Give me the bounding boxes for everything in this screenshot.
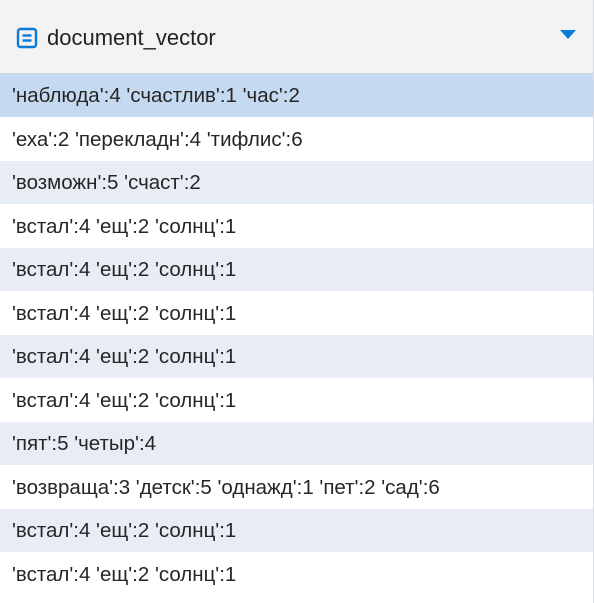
table-row[interactable]: 'встал':4 'ещ':2 'солнц':1 bbox=[0, 552, 593, 596]
table-row[interactable]: 'встал':4 'ещ':2 'солнц':1 bbox=[0, 204, 593, 248]
table-row[interactable]: 'встал':4 'ещ':2 'солнц':1 bbox=[0, 248, 593, 292]
column-header[interactable]: document_vector bbox=[0, 0, 593, 74]
table-row[interactable]: 'встал':4 'ещ':2 'солнц':1 bbox=[0, 335, 593, 379]
table-row[interactable]: 'наблюда':4 'счастлив':1 'час':2 bbox=[0, 74, 593, 118]
table-row[interactable]: 'встал':4 'ещ':2 'солнц':1 bbox=[0, 291, 593, 335]
table-row[interactable]: 'встал':4 'ещ':2 'солнц':1 bbox=[0, 378, 593, 422]
table-row[interactable]: 'еха':2 'перекладн':4 'тифлис':6 bbox=[0, 117, 593, 161]
data-grid: document_vector 'наблюда':4 'счастлив':1… bbox=[0, 0, 594, 603]
table-row[interactable]: 'возвраща':3 'детск':5 'однажд':1 'пет':… bbox=[0, 465, 593, 509]
column-title: document_vector bbox=[47, 24, 216, 50]
table-row[interactable]: 'встал':4 'ещ':2 'солнц':1 bbox=[0, 509, 593, 553]
dropdown-triangle-icon[interactable] bbox=[559, 28, 577, 42]
table-row[interactable]: 'возможн':5 'счаст':2 bbox=[0, 161, 593, 205]
text-column-icon bbox=[16, 27, 38, 49]
rows-container: 'наблюда':4 'счастлив':1 'час':2'еха':2 … bbox=[0, 74, 593, 596]
table-row[interactable]: 'пят':5 'четыр':4 bbox=[0, 422, 593, 466]
